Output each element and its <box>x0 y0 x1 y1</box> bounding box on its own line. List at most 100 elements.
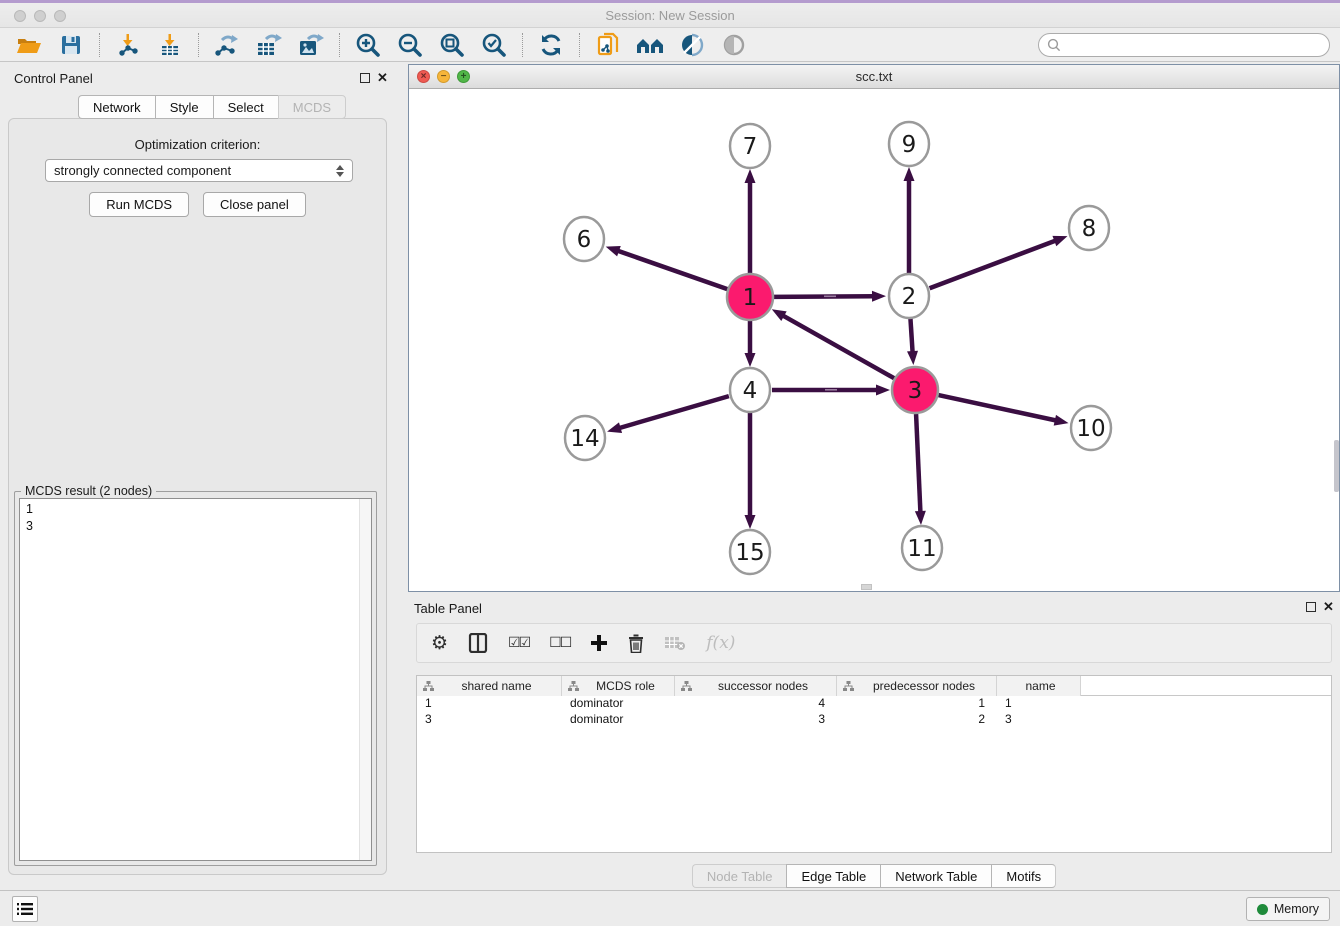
graph-node-15[interactable]: 15 <box>730 530 770 574</box>
network-title: scc.txt <box>409 69 1339 84</box>
table-cell[interactable]: 4 <box>675 696 837 712</box>
tab-node-table[interactable]: Node Table <box>692 864 787 888</box>
mcds-result-text[interactable]: 1 3 <box>19 498 372 861</box>
tab-network-table[interactable]: Network Table <box>880 864 991 888</box>
dropdown-stepper-icon <box>336 165 344 177</box>
open-session-icon[interactable] <box>14 30 44 60</box>
graph-edge-2-3[interactable] <box>910 318 912 353</box>
table-cell[interactable]: 3 <box>417 712 562 728</box>
tab-select[interactable]: Select <box>213 95 278 119</box>
export-image-icon[interactable] <box>296 30 326 60</box>
graph-node-8[interactable]: 8 <box>1069 206 1109 250</box>
control-panel-tabs: NetworkStyleSelectMCDS <box>78 95 346 119</box>
tab-mcds[interactable]: MCDS <box>278 95 346 119</box>
save-session-icon[interactable] <box>56 30 86 60</box>
canvas-resize-handle[interactable] <box>861 584 872 590</box>
graph-edge-3-10[interactable] <box>938 395 1056 421</box>
edge-arrowhead-icon <box>872 291 886 302</box>
table-cell[interactable]: 3 <box>997 712 1081 728</box>
graph-node-4[interactable]: 4 <box>730 368 770 412</box>
close-panel-button[interactable]: Close panel <box>203 192 306 217</box>
result-scrollbar[interactable] <box>359 499 371 860</box>
table-cell[interactable]: 2 <box>837 712 997 728</box>
graph-edge-2-8[interactable] <box>930 240 1057 288</box>
run-mcds-button[interactable]: Run MCDS <box>89 192 189 217</box>
column-header-predecessor-nodes[interactable]: predecessor nodes <box>837 676 997 696</box>
table-cell[interactable]: 1 <box>997 696 1081 712</box>
show-hide-icon[interactable] <box>719 30 749 60</box>
add-column-icon[interactable] <box>590 630 608 656</box>
criterion-dropdown[interactable]: strongly connected component <box>45 159 353 182</box>
table-cell[interactable]: dominator <box>562 696 675 712</box>
refresh-icon[interactable] <box>536 30 566 60</box>
float-table-panel-icon[interactable] <box>1306 602 1316 612</box>
deselect-all-icon[interactable]: ☐☐ <box>549 630 570 656</box>
node-label: 3 <box>908 378 923 404</box>
graph-node-7[interactable]: 7 <box>730 124 770 168</box>
graph-node-10[interactable]: 10 <box>1071 406 1111 450</box>
graph-node-1[interactable]: 1 <box>727 274 773 320</box>
table-cell[interactable]: 1 <box>417 696 562 712</box>
table-row[interactable]: 3dominator323 <box>417 712 1331 728</box>
column-header-name[interactable]: name <box>997 676 1081 696</box>
graph-edge-3-11[interactable] <box>916 414 920 513</box>
delete-column-icon[interactable] <box>628 630 644 656</box>
tab-network[interactable]: Network <box>78 95 155 119</box>
graph-node-6[interactable]: 6 <box>564 217 604 261</box>
tab-edge-table[interactable]: Edge Table <box>786 864 880 888</box>
select-all-icon[interactable]: ☑☑ <box>508 630 529 656</box>
table-settings-icon[interactable]: ⚙ <box>431 630 448 656</box>
canvas-vertical-scrollbar[interactable] <box>1334 440 1339 492</box>
table-tabs: Node TableEdge TableNetwork TableMotifs <box>408 864 1340 888</box>
graph-edge-3-1[interactable] <box>782 315 894 378</box>
node-table[interactable]: shared nameMCDS rolesuccessor nodesprede… <box>416 675 1332 853</box>
zoom-selected-icon[interactable] <box>479 30 509 60</box>
graph-node-9[interactable]: 9 <box>889 122 929 166</box>
graph-edge-4-14[interactable] <box>619 396 729 428</box>
edge-arrowhead-icon <box>876 385 890 396</box>
style-brush-icon[interactable] <box>677 30 707 60</box>
network-canvas[interactable]: 7 9 6 8 1 2 4 3 14 10 15 11 <box>409 89 1339 591</box>
graph-node-3[interactable]: 3 <box>892 367 938 413</box>
edge-arrowhead-icon <box>915 511 926 525</box>
import-table-icon[interactable] <box>155 30 185 60</box>
memory-button[interactable]: Memory <box>1246 897 1330 921</box>
zoom-out-icon[interactable] <box>395 30 425 60</box>
table-panel: Table Panel ✕ ⚙ ☑☑ ☐☐ f(x) shared nameMC… <box>408 595 1340 890</box>
column-header-MCDS-role[interactable]: MCDS role <box>562 676 675 696</box>
float-panel-icon[interactable] <box>360 73 370 83</box>
search-input[interactable] <box>1061 36 1329 54</box>
table-cell[interactable]: dominator <box>562 712 675 728</box>
import-network-icon[interactable] <box>113 30 143 60</box>
table-row[interactable]: 1dominator411 <box>417 696 1331 712</box>
node-label: 9 <box>902 132 917 158</box>
close-table-panel-icon[interactable]: ✕ <box>1323 599 1334 615</box>
column-header-shared-name[interactable]: shared name <box>417 676 562 696</box>
close-panel-icon[interactable]: ✕ <box>377 70 388 86</box>
task-history-button[interactable] <box>12 896 38 922</box>
table-toolbar: ⚙ ☑☑ ☐☐ f(x) <box>416 623 1332 663</box>
graph-edge-1-6[interactable] <box>617 251 727 290</box>
search-field[interactable] <box>1038 33 1330 57</box>
export-table-icon[interactable] <box>254 30 284 60</box>
mcds-result-box: MCDS result (2 nodes) 1 3 <box>14 491 377 866</box>
graph-node-2[interactable]: 2 <box>889 274 929 318</box>
zoom-in-icon[interactable] <box>353 30 383 60</box>
zoom-fit-icon[interactable] <box>437 30 467 60</box>
optimization-criterion-label: Optimization criterion: <box>9 137 386 152</box>
network-window-titlebar[interactable]: × − + scc.txt <box>409 65 1339 89</box>
column-header-successor-nodes[interactable]: successor nodes <box>675 676 837 696</box>
tab-style[interactable]: Style <box>155 95 213 119</box>
table-cell[interactable]: 1 <box>837 696 997 712</box>
tab-motifs[interactable]: Motifs <box>991 864 1056 888</box>
split-columns-icon[interactable] <box>468 630 488 656</box>
first-neighbors-icon[interactable] <box>635 30 665 60</box>
sort-hierarchy-icon <box>843 681 854 692</box>
duplicate-network-icon[interactable] <box>593 30 623 60</box>
graph-node-11[interactable]: 11 <box>902 526 942 570</box>
graph-node-14[interactable]: 14 <box>565 416 605 460</box>
node-label: 8 <box>1082 216 1097 242</box>
export-network-icon[interactable] <box>212 30 242 60</box>
table-cell[interactable]: 3 <box>675 712 837 728</box>
app-title: Session: New Session <box>0 8 1340 23</box>
